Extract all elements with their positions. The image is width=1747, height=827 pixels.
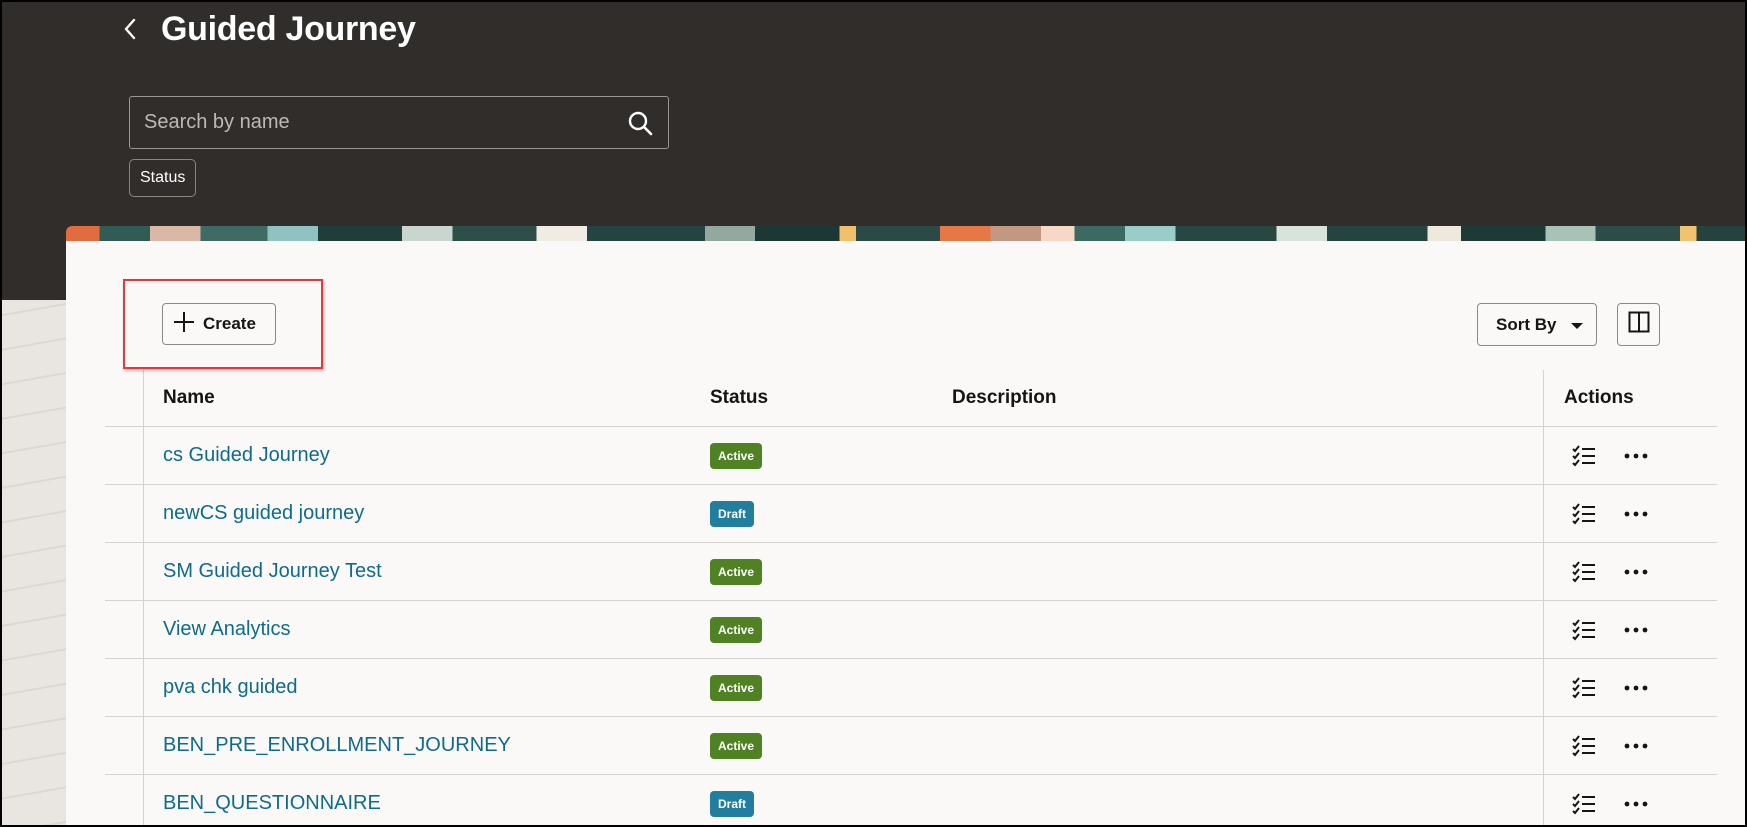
- sort-by-label: Sort By: [1496, 314, 1557, 334]
- status-badge: Draft: [710, 500, 755, 527]
- column-header-status[interactable]: Status: [710, 370, 768, 426]
- status-badge: Active: [710, 732, 763, 759]
- search-field[interactable]: [129, 96, 669, 149]
- page-title: Guided Journey: [161, 10, 416, 48]
- status-badge: Active: [710, 442, 763, 469]
- more-horizontal-icon[interactable]: [1622, 558, 1650, 586]
- caret-down-icon: [1570, 315, 1584, 335]
- column-header-actions: Actions: [1564, 387, 1634, 408]
- column-header-name[interactable]: Name: [163, 370, 215, 426]
- more-horizontal-icon[interactable]: [1622, 442, 1650, 470]
- journey-name-link[interactable]: cs Guided Journey: [163, 444, 330, 467]
- journey-name-link[interactable]: SM Guided Journey Test: [163, 560, 382, 583]
- journey-name-link[interactable]: View Analytics: [163, 618, 290, 641]
- journey-name-link[interactable]: BEN_QUESTIONNAIRE: [163, 792, 381, 815]
- layout-toggle-button[interactable]: [1617, 303, 1660, 346]
- search-icon[interactable]: [626, 109, 654, 137]
- status-filter-label: Status: [140, 169, 186, 186]
- more-horizontal-icon[interactable]: [1622, 500, 1650, 528]
- status-badge: Draft: [710, 790, 755, 817]
- journey-name-link[interactable]: pva chk guided: [163, 676, 298, 699]
- journeys-table: Name Status Description Actions cs Guide…: [105, 370, 1717, 827]
- more-horizontal-icon[interactable]: [1622, 732, 1650, 760]
- more-horizontal-icon[interactable]: [1622, 616, 1650, 644]
- table-row[interactable]: View Analytics Active: [105, 601, 1717, 659]
- journey-name-link[interactable]: BEN_PRE_ENROLLMENT_JOURNEY: [163, 734, 511, 757]
- table-row[interactable]: BEN_PRE_ENROLLMENT_JOURNEY Active: [105, 717, 1717, 775]
- checklist-icon[interactable]: [1570, 442, 1598, 470]
- column-header-description[interactable]: Description: [952, 370, 1057, 426]
- back-button[interactable]: [118, 16, 142, 46]
- status-badge: Active: [710, 674, 763, 701]
- table-row[interactable]: BEN_QUESTIONNAIRE Draft: [105, 775, 1717, 827]
- more-horizontal-icon[interactable]: [1622, 790, 1650, 818]
- checklist-icon[interactable]: [1570, 500, 1598, 528]
- more-horizontal-icon[interactable]: [1622, 674, 1650, 702]
- create-button[interactable]: Create: [162, 303, 276, 345]
- table-row[interactable]: pva chk guided Active: [105, 659, 1717, 717]
- checklist-icon[interactable]: [1570, 674, 1598, 702]
- checklist-icon[interactable]: [1570, 732, 1598, 760]
- table-row[interactable]: SM Guided Journey Test Active: [105, 543, 1717, 601]
- checklist-icon[interactable]: [1570, 558, 1598, 586]
- table-row[interactable]: cs Guided Journey Active: [105, 427, 1717, 485]
- journey-name-link[interactable]: newCS guided journey: [163, 502, 364, 525]
- plus-icon: [173, 311, 195, 338]
- search-input[interactable]: [144, 111, 626, 134]
- sort-by-button[interactable]: Sort By: [1477, 303, 1597, 346]
- table-header: Name Status Description Actions: [105, 370, 1717, 427]
- status-filter-chip[interactable]: Status: [129, 159, 197, 197]
- chevron-left-icon: [123, 18, 137, 45]
- checklist-icon[interactable]: [1570, 790, 1598, 818]
- status-badge: Active: [710, 616, 763, 643]
- table-row[interactable]: newCS guided journey Draft: [105, 485, 1717, 543]
- background-decoration: [2, 300, 66, 825]
- status-badge: Active: [710, 558, 763, 585]
- create-button-label: Create: [203, 314, 256, 333]
- decorative-banner: [66, 226, 1747, 241]
- checklist-icon[interactable]: [1570, 616, 1598, 644]
- panel-layout-icon: [1628, 311, 1650, 338]
